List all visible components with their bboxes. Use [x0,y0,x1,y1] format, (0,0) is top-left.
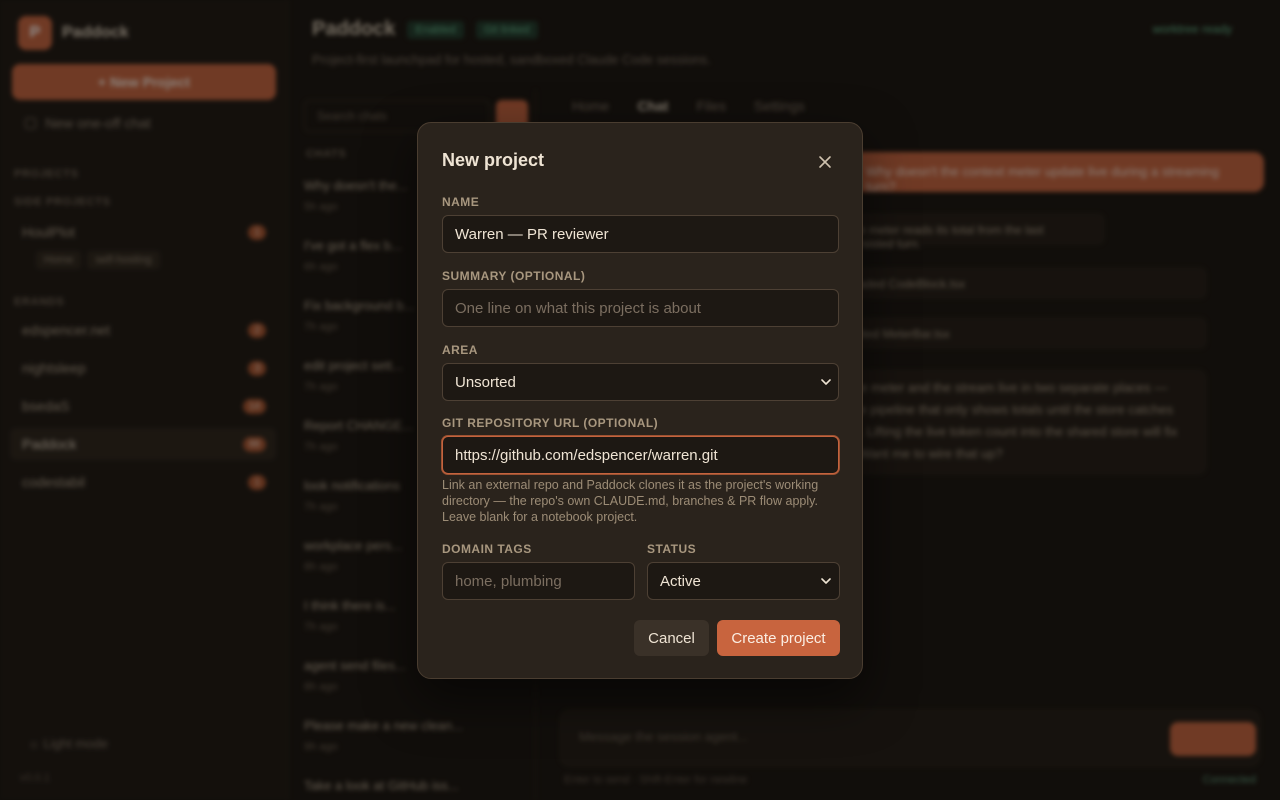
git-url-help: Link an external repo and Paddock clones… [442,478,819,524]
domain-tags-input[interactable] [442,562,635,600]
summary-input[interactable] [442,289,839,327]
summary-label: Summary (optional) [442,269,586,283]
name-label: Name [442,195,480,209]
area-select[interactable]: Unsorted [442,363,839,401]
area-label: Area [442,343,478,357]
close-button[interactable] [814,151,836,173]
domain-tags-label: Domain tags [442,542,532,556]
git-url-label: Git repository URL (optional) [442,416,659,430]
dialog-title: New project [442,150,545,170]
cancel-button[interactable]: Cancel [634,620,709,656]
git-url-input[interactable] [442,436,839,474]
close-icon [819,156,831,168]
name-input[interactable] [442,215,839,253]
status-label: Status [647,542,697,556]
create-project-button[interactable]: Create project [717,620,840,656]
status-select[interactable]: Active [647,562,840,600]
new-project-dialog: New project Name Summary (optional) Area… [417,122,863,679]
